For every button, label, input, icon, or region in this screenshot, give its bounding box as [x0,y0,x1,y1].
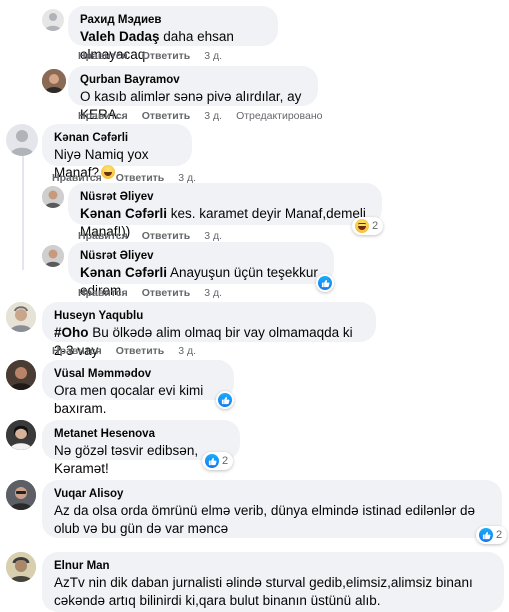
comment-bubble: Nüsrət Əliyev Kənan Cəfərli kes. karamet… [68,183,382,239]
comment-author[interactable]: Qurban Bayramov [80,73,306,88]
avatar[interactable] [42,186,64,208]
comment-bubble: Qurban Bayramov O kasıb alimlər sənə piv… [68,66,318,122]
comment-text: Ora men qocalar evi kimi baxıram. [54,383,204,416]
like-button[interactable]: Нравится [78,230,128,242]
mention-link[interactable]: Kənan Cəfərli [80,206,167,221]
comment-author[interactable]: Vüsal Məmmədov [54,367,222,382]
comment-actions: Нравится Ответить 3 д. [78,50,236,62]
reply-button[interactable]: Ответить [116,345,165,357]
comment-bubble: Vuqar Alisoy Az da olsa orda ömrünü elmə… [42,480,502,538]
comment-author[interactable]: Kənan Cəfərli [54,131,180,146]
avatar[interactable] [42,9,64,31]
avatar[interactable] [6,124,38,156]
comment-author[interactable]: Nüsrət Əliyev [80,190,370,205]
comment-text: AzTv nin dik daban jurnalisti əlində stu… [54,575,473,608]
avatar[interactable] [6,480,36,510]
like-button[interactable]: Нравится [78,110,128,122]
avatar[interactable] [6,420,36,450]
comment-bubble: Рахид Мэдиев Valeh Dadaş daha ehsan olma… [68,6,278,62]
comment-author[interactable]: Nüsrət Əliyev [80,249,322,264]
mention-link[interactable]: Kənan Cəfərli [80,265,167,280]
thread-line [22,150,24,270]
comment-author[interactable]: Metanet Hesenova [54,427,228,442]
like-reaction-icon [218,393,232,407]
comment-bubble: Vüsal Məmmədov Ora men qocalar evi kimi … [42,360,234,416]
timestamp[interactable]: 3 д. [204,110,222,122]
timestamp[interactable]: 3 д. [204,50,222,62]
reply-button[interactable]: Ответить [142,287,191,299]
avatar[interactable] [6,360,36,390]
reaction-summary[interactable] [316,274,334,292]
timestamp[interactable]: 3 д. [178,345,196,357]
comment-bubble: Huseyn Yaqublu #Oho Bu ölkədə alim olmaq… [42,302,376,358]
comment-actions: Нравится Ответить 3 д. Отредактировано [78,110,336,122]
reaction-summary[interactable] [216,391,234,409]
avatar[interactable] [6,552,36,582]
comment-actions: Нравится Ответить 3 д. [78,230,236,242]
like-reaction-icon [318,276,332,290]
comment-author[interactable]: Vuqar Alisoy [54,487,490,502]
like-button[interactable]: Нравится [52,345,102,357]
hashtag-link[interactable]: #Oho [54,325,89,340]
comment-bubble: Elnur Man AzTv nin dik daban jurnalisti … [42,552,504,612]
like-button[interactable]: Нравится [78,287,128,299]
reaction-summary[interactable]: 2 [202,452,234,470]
comment-author[interactable]: Huseyn Yaqublu [54,309,364,324]
comment-bubble: Nüsrət Əliyev Kənan Cəfərli Anayuşun üçü… [68,242,334,298]
avatar[interactable] [42,69,66,93]
comment-actions: Нравится Ответить 3 д. [52,345,210,357]
like-reaction-icon [205,454,219,468]
haha-reaction-icon [355,219,369,233]
comment-author[interactable]: Elnur Man [54,559,492,574]
like-button[interactable]: Нравится [78,50,128,62]
reaction-summary[interactable]: 2 [476,526,508,544]
timestamp[interactable]: 3 д. [204,287,222,299]
avatar[interactable] [42,245,64,267]
comment-text: Az da olsa orda ömrünü elmə verib, dünya… [54,503,475,536]
mention-link[interactable]: Valeh Dadaş [80,29,160,44]
timestamp[interactable]: 3 д. [204,230,222,242]
reaction-summary[interactable]: 2 [352,217,384,235]
edited-label: Отредактировано [236,110,323,122]
reply-button[interactable]: Ответить [142,110,191,122]
avatar[interactable] [6,302,36,332]
comment-actions: Нравится Ответить 3 д. [78,287,236,299]
reply-button[interactable]: Ответить [142,230,191,242]
comment-author[interactable]: Рахид Мэдиев [80,13,266,28]
reply-button[interactable]: Ответить [142,50,191,62]
like-reaction-icon [479,528,493,542]
comment-bubble: Kənan Cəfərli Niyə Namiq yox Manaf? [42,124,192,180]
